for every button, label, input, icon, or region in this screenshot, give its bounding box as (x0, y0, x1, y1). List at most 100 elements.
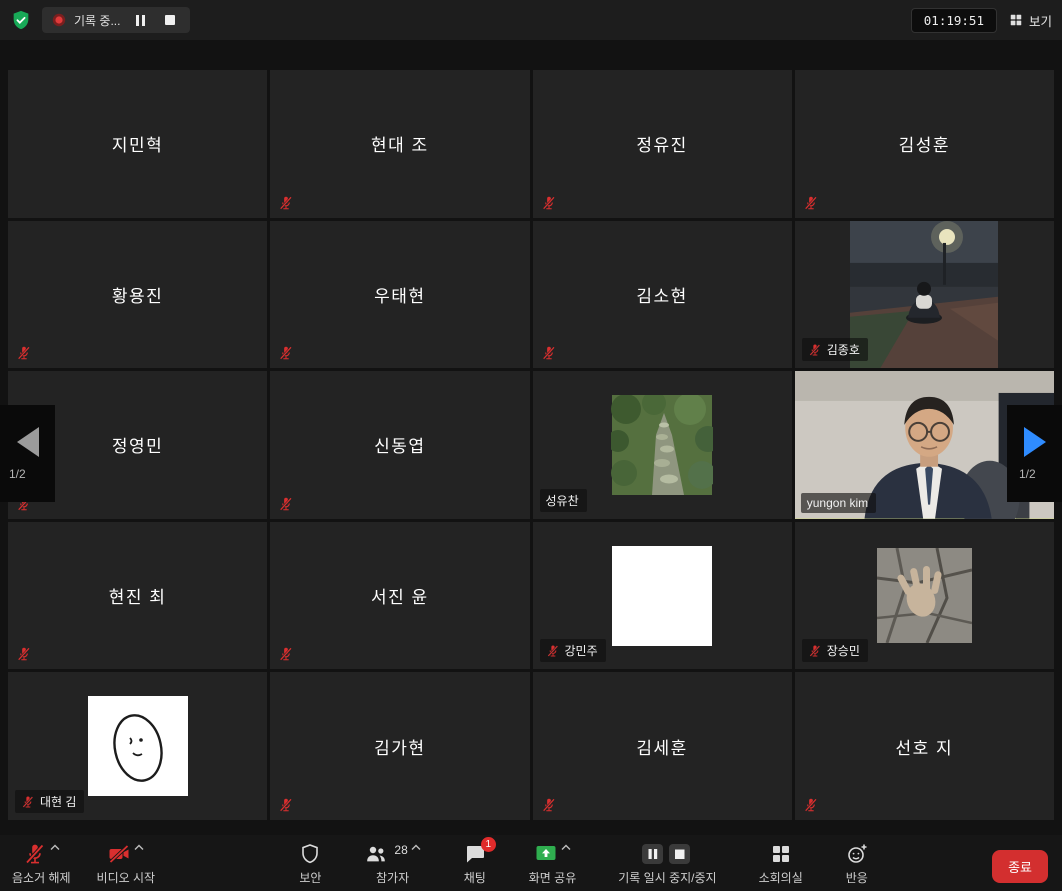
recording-label: 기록 중... (74, 12, 120, 29)
participant-tile-1[interactable]: 지민혁 (8, 70, 267, 218)
breakout-rooms-label: 소회의실 (759, 869, 803, 886)
participant-name: 대현 김 (40, 793, 76, 810)
participant-tile-13[interactable]: 현진 최 (8, 522, 267, 670)
participants-grid: 지민혁현대 조정유진김성훈황용진우태현김소현김종호정영민신동엽성유찬yungon… (8, 70, 1054, 820)
participant-name: 강민주 (565, 642, 598, 659)
grid-view-icon (1009, 13, 1023, 27)
breakout-rooms-button[interactable]: 소회의실 (759, 841, 803, 886)
muted-mic-icon (16, 646, 32, 662)
participant-name: 장승민 (827, 642, 860, 659)
participant-tile-3[interactable]: 정유진 (533, 70, 792, 218)
participant-tile-10[interactable]: 신동엽 (270, 371, 529, 519)
muted-mic-icon (803, 797, 819, 813)
view-button[interactable]: 보기 (1009, 11, 1052, 30)
pause-recording-button[interactable] (130, 10, 150, 30)
participants-label: 참가자 (376, 869, 409, 886)
meeting-timer: 01:19:51 (911, 8, 997, 33)
participant-name: 김세훈 (533, 672, 792, 820)
participant-tile-14[interactable]: 서진 윤 (270, 522, 529, 670)
participant-name: 성유찬 (546, 492, 579, 509)
participant-tile-17[interactable]: 대현 김 (8, 672, 267, 820)
chat-label: 채팅 (464, 869, 486, 886)
chat-unread-badge: 1 (481, 837, 496, 852)
participant-tile-7[interactable]: 김소현 (533, 221, 792, 369)
camera-off-icon (107, 842, 131, 866)
next-page-button[interactable]: 1/2 (1007, 405, 1062, 502)
muted-mic-icon (278, 797, 294, 813)
participant-name-label: yungon kim (801, 493, 876, 513)
recording-indicator: 기록 중... (42, 7, 190, 33)
participant-name: 김가현 (270, 672, 529, 820)
unmute-button[interactable]: 음소거 해제 (12, 841, 71, 886)
participant-name-label: 김종호 (802, 338, 868, 361)
start-video-button[interactable]: 비디오 시작 (97, 841, 156, 886)
muted-mic-icon (541, 345, 557, 361)
participants-count: 28 (394, 843, 407, 857)
participant-name: 김종호 (827, 341, 860, 358)
muted-mic-icon (16, 345, 32, 361)
stop-icon (165, 15, 175, 25)
participant-tile-20[interactable]: 선호 지 (795, 672, 1054, 820)
muted-mic-icon (278, 496, 294, 512)
start-video-label: 비디오 시작 (97, 869, 156, 886)
page-indicator-left: 1/2 (0, 467, 26, 481)
participant-tile-6[interactable]: 우태현 (270, 221, 529, 369)
participant-name: 현대 조 (270, 70, 529, 218)
unmute-label: 음소거 해제 (12, 869, 71, 886)
muted-mic-icon (21, 795, 35, 809)
security-shield-icon[interactable] (10, 9, 32, 31)
participant-name: 현진 최 (8, 522, 267, 670)
zoom-meeting-window: 기록 중... 01:19:51 보기 지민혁현대 조정유진김성훈황용진우태현김… (0, 0, 1062, 891)
arrow-left-icon (17, 427, 39, 457)
muted-mic-icon (803, 195, 819, 211)
participant-tile-15[interactable]: 강민주 (533, 522, 792, 670)
participant-name: 신동엽 (270, 371, 529, 519)
share-screen-label: 화면 공유 (529, 869, 577, 886)
participants-icon (364, 842, 388, 866)
muted-mic-icon (278, 195, 294, 211)
topbar-left: 기록 중... (10, 7, 190, 33)
chat-button[interactable]: 1 채팅 (463, 841, 487, 886)
participant-tile-5[interactable]: 황용진 (8, 221, 267, 369)
participant-name: yungon kim (807, 496, 868, 510)
top-bar: 기록 중... 01:19:51 보기 (0, 0, 1062, 40)
bottom-toolbar: 음소거 해제 비디오 시작 (0, 835, 1062, 891)
muted-mic-icon (808, 644, 822, 658)
reactions-button[interactable]: 반응 (845, 841, 869, 886)
participant-name-label: 대현 김 (15, 790, 84, 813)
record-controls-button[interactable]: 기록 일시 중지/중지 (618, 841, 716, 886)
share-screen-icon (534, 842, 558, 866)
security-button[interactable]: 보안 (298, 841, 322, 886)
toolbar-left-group: 음소거 해제 비디오 시작 (12, 841, 155, 886)
participant-name: 황용진 (8, 221, 267, 369)
participant-tile-11[interactable]: 성유찬 (533, 371, 792, 519)
shield-icon (298, 842, 322, 866)
toolbar-center-group: 보안 28 참가자 (268, 841, 868, 886)
reactions-label: 반응 (846, 869, 868, 886)
stop-recording-button[interactable] (160, 10, 180, 30)
muted-mic-icon (808, 343, 822, 357)
participant-tile-2[interactable]: 현대 조 (270, 70, 529, 218)
topbar-right: 01:19:51 보기 (911, 8, 1052, 33)
participant-name-label: 성유찬 (540, 489, 587, 512)
participant-tile-8[interactable]: 김종호 (795, 221, 1054, 369)
participant-name-label: 강민주 (540, 639, 606, 662)
reactions-smiley-icon (845, 842, 869, 866)
muted-mic-icon (546, 644, 560, 658)
pause-stop-recording-icon (641, 842, 693, 866)
end-meeting-button[interactable]: 종료 (992, 850, 1048, 883)
participant-name: 지민혁 (8, 70, 267, 218)
share-screen-button[interactable]: 화면 공유 (529, 841, 577, 886)
participants-button[interactable]: 28 참가자 (364, 841, 420, 886)
security-label: 보안 (299, 869, 321, 886)
participant-tile-16[interactable]: 장승민 (795, 522, 1054, 670)
participant-tile-19[interactable]: 김세훈 (533, 672, 792, 820)
previous-page-button[interactable]: 1/2 (0, 405, 55, 502)
participant-tile-18[interactable]: 김가현 (270, 672, 529, 820)
breakout-rooms-icon (769, 842, 793, 866)
participant-name: 김성훈 (795, 70, 1054, 218)
participant-name: 서진 윤 (270, 522, 529, 670)
participant-tile-4[interactable]: 김성훈 (795, 70, 1054, 218)
page-indicator-right: 1/2 (1007, 467, 1036, 481)
muted-mic-icon (278, 345, 294, 361)
